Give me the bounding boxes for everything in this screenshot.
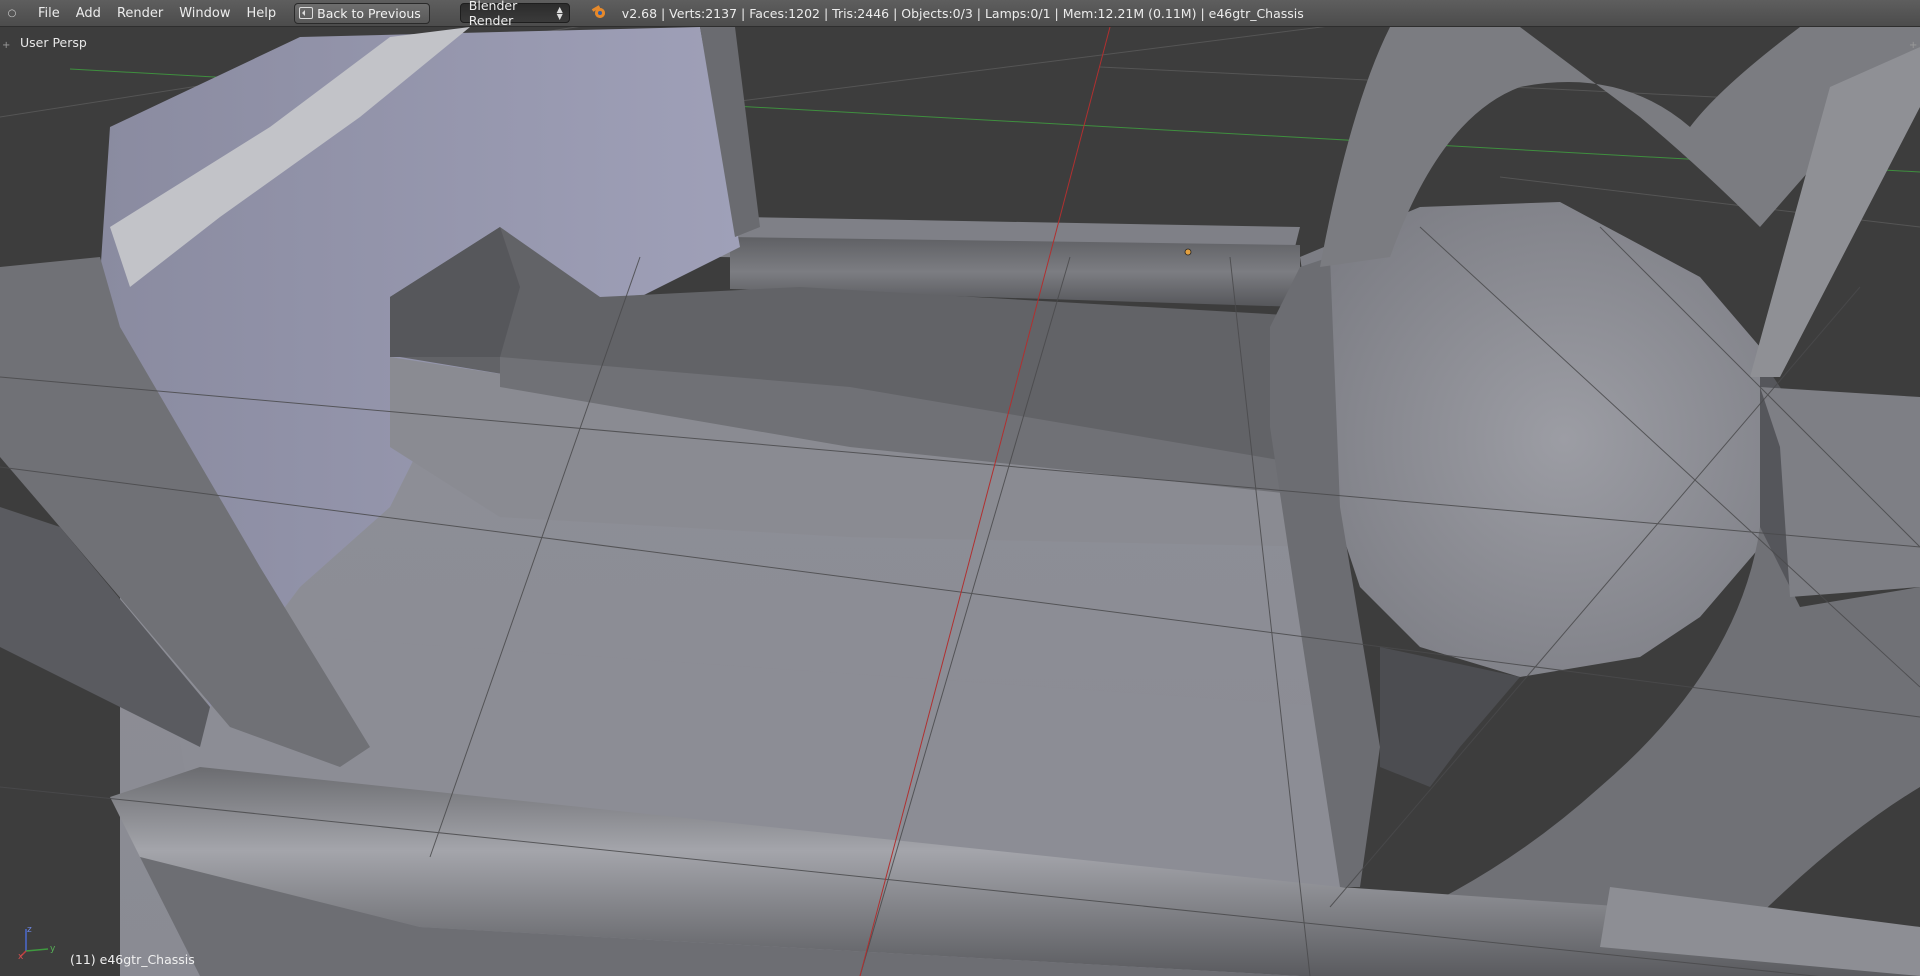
scene-statistics: v2.68 | Verts:2137 | Faces:1202 | Tris:2… [621, 5, 1304, 21]
info-header: ○ File Add Render Window Help Back to Pr… [0, 0, 1920, 28]
render-engine-value: Blender Render [468, 0, 518, 28]
3d-viewport[interactable]: + + User Persp z y x (11) e46gtr_Chassis [0, 27, 1920, 976]
render-engine-dropdown[interactable]: Blender Render ▲ ▼ [459, 0, 570, 28]
view-perspective-label: User Persp [20, 35, 87, 50]
menu-render[interactable]: Render [109, 0, 171, 27]
menu-help[interactable]: Help [238, 0, 284, 27]
main-menu: File Add Render Window Help [30, 0, 284, 27]
area-split-left-icon[interactable]: + [2, 41, 12, 51]
updown-arrows-icon: ▲ ▼ [556, 5, 563, 21]
gizmo-x-label: x [18, 952, 24, 959]
area-split-right-icon[interactable]: + [1909, 41, 1919, 51]
back-to-previous-button[interactable]: Back to Previous [294, 2, 430, 24]
object-origin-point[interactable] [1184, 248, 1192, 256]
active-object-label: (11) e46gtr_Chassis [70, 952, 195, 967]
blender-logo-icon [591, 5, 608, 21]
gizmo-z-label: z [27, 925, 32, 935]
menu-window[interactable]: Window [171, 0, 238, 27]
info-editor-icon[interactable]: ○ [0, 0, 24, 27]
axis-gizmo-icon: z y x [18, 925, 56, 959]
gizmo-y-label: y [50, 944, 56, 954]
menu-file[interactable]: File [30, 0, 68, 27]
back-to-previous-label: Back to Previous [317, 5, 421, 21]
screen-back-icon [299, 7, 314, 19]
viewport-scene [0, 27, 1920, 976]
menu-add[interactable]: Add [68, 0, 109, 27]
